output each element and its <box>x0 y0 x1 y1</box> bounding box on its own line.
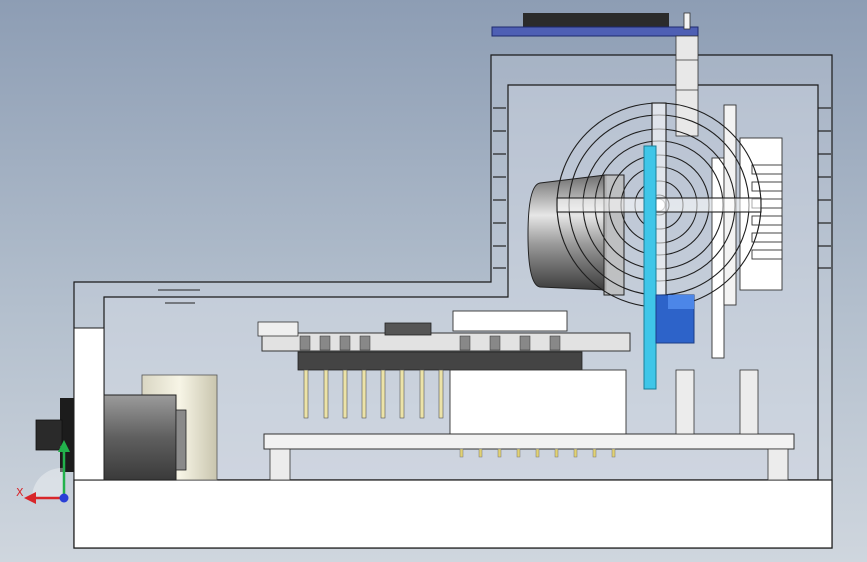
motor-collar <box>603 174 625 296</box>
top-pin <box>683 12 691 30</box>
module-block <box>449 369 627 435</box>
small-component <box>257 321 299 337</box>
top-connector <box>523 13 669 27</box>
bottom-pcb <box>263 433 795 450</box>
motor-body <box>527 174 607 291</box>
assembly-section-view: Y X <box>16 12 833 549</box>
highlight-block-top <box>668 295 694 309</box>
triad-x-label: X <box>16 486 24 499</box>
module-connector <box>384 322 432 336</box>
standoff-column <box>675 35 699 137</box>
cad-viewport[interactable]: Y X <box>0 0 867 562</box>
module-board <box>261 332 631 352</box>
enclosure-left-wall <box>73 327 105 481</box>
module-top <box>452 310 568 332</box>
barrel-jack <box>35 394 187 481</box>
fan-blade <box>643 145 657 390</box>
enclosure-base <box>73 479 833 549</box>
module-header-strip <box>297 351 583 371</box>
triad-y-label: Y <box>59 444 67 457</box>
top-board <box>491 26 699 37</box>
